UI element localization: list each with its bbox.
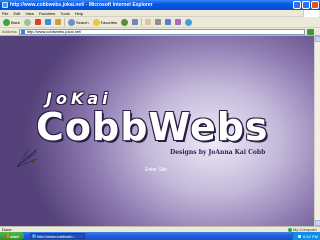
address-input[interactable]: http://www.cobbwebs.jokai.net/ xyxy=(18,28,305,35)
windows-logo-icon xyxy=(303,10,319,17)
stop-button[interactable] xyxy=(34,18,42,27)
menu-favorites[interactable]: Favorites xyxy=(39,11,55,16)
toolbar-separator xyxy=(63,18,65,26)
media-icon xyxy=(121,18,129,26)
discuss-icon xyxy=(175,19,182,25)
stop-icon xyxy=(34,19,41,25)
window-controls xyxy=(293,1,319,9)
discuss-button[interactable] xyxy=(174,18,182,27)
search-button[interactable]: Search xyxy=(67,18,90,27)
spider-icon xyxy=(31,159,35,163)
messenger-button[interactable] xyxy=(184,18,193,27)
address-label: Address xyxy=(2,29,17,34)
system-tray: 6:42 PM xyxy=(292,232,320,240)
printer-icon xyxy=(155,19,162,25)
favorites-star-icon xyxy=(92,18,100,26)
brand-cobbwebs-logo: CobbWebs xyxy=(36,105,269,149)
ie-icon xyxy=(2,2,8,8)
mail-button[interactable] xyxy=(144,18,152,27)
refresh-button[interactable] xyxy=(44,18,52,27)
toolbar: Back Search Favorites xyxy=(0,17,320,28)
taskbar-item-ie[interactable]: http://www.cobbweb... xyxy=(30,233,85,239)
menu-view[interactable]: View xyxy=(25,11,34,16)
start-label: start xyxy=(10,233,19,239)
back-label: Back xyxy=(11,19,20,25)
taskbar: start http://www.cobbweb... 6:42 PM xyxy=(0,232,320,240)
menu-edit[interactable]: Edit xyxy=(13,11,20,16)
computer-zone-icon xyxy=(287,227,292,232)
enter-site-link[interactable]: Enter Site xyxy=(145,167,167,173)
home-button[interactable] xyxy=(54,18,62,27)
print-button[interactable] xyxy=(154,18,162,27)
messenger-icon xyxy=(185,18,193,26)
refresh-icon xyxy=(44,19,51,25)
tray-icon[interactable] xyxy=(298,234,302,238)
favorites-button[interactable]: Favorites xyxy=(92,18,118,27)
toolbar-separator xyxy=(141,18,143,26)
page-icon xyxy=(20,29,25,34)
clock: 6:42 PM xyxy=(303,233,318,239)
designer-tagline: Designs by JoAnna Kai Cobb xyxy=(170,149,266,156)
address-url: http://www.cobbwebs.jokai.net/ xyxy=(26,29,82,34)
search-label: Search xyxy=(75,19,89,25)
spider-web-icon xyxy=(16,148,38,168)
minimize-button[interactable] xyxy=(293,1,301,9)
back-arrow-icon xyxy=(3,18,10,26)
back-button[interactable]: Back xyxy=(2,18,21,27)
mail-icon xyxy=(145,19,152,25)
media-button[interactable] xyxy=(120,18,129,27)
ie-icon xyxy=(32,234,36,238)
forward-arrow-icon xyxy=(23,18,31,26)
edit-icon xyxy=(165,19,172,25)
maximize-button[interactable] xyxy=(302,1,310,9)
forward-button[interactable] xyxy=(23,18,32,27)
history-button[interactable] xyxy=(131,18,139,27)
menu-help[interactable]: Help xyxy=(75,11,83,16)
page-content: JoKai CobbWebs Designs by JoAnna Kai Cob… xyxy=(0,36,314,226)
window-title: http://www.cobbwebs.jokai.net/ - Microso… xyxy=(10,2,153,8)
history-icon xyxy=(132,19,139,25)
address-bar: Address http://www.cobbwebs.jokai.net/ xyxy=(0,28,320,36)
vertical-scrollbar[interactable] xyxy=(314,36,320,226)
start-button[interactable]: start xyxy=(0,232,24,240)
go-button[interactable] xyxy=(306,28,314,35)
menu-tools[interactable]: Tools xyxy=(60,11,69,16)
menu-file[interactable]: File xyxy=(2,11,8,16)
edit-button[interactable] xyxy=(164,18,172,27)
taskbar-item-label: http://www.cobbweb... xyxy=(37,233,76,239)
close-button[interactable] xyxy=(311,1,319,9)
title-bar: http://www.cobbwebs.jokai.net/ - Microso… xyxy=(0,0,320,10)
scroll-up-button[interactable] xyxy=(315,36,320,42)
home-icon xyxy=(54,19,61,25)
windows-flag-icon xyxy=(5,234,10,238)
favorites-label: Favorites xyxy=(100,19,118,25)
menu-bar: File Edit View Favorites Tools Help xyxy=(0,10,320,17)
search-icon xyxy=(67,18,75,26)
